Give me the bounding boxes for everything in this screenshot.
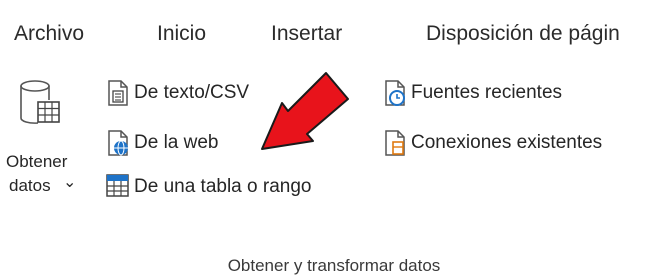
group-label: Obtener y transformar datos xyxy=(227,256,441,275)
red-arrow-icon xyxy=(261,72,349,150)
